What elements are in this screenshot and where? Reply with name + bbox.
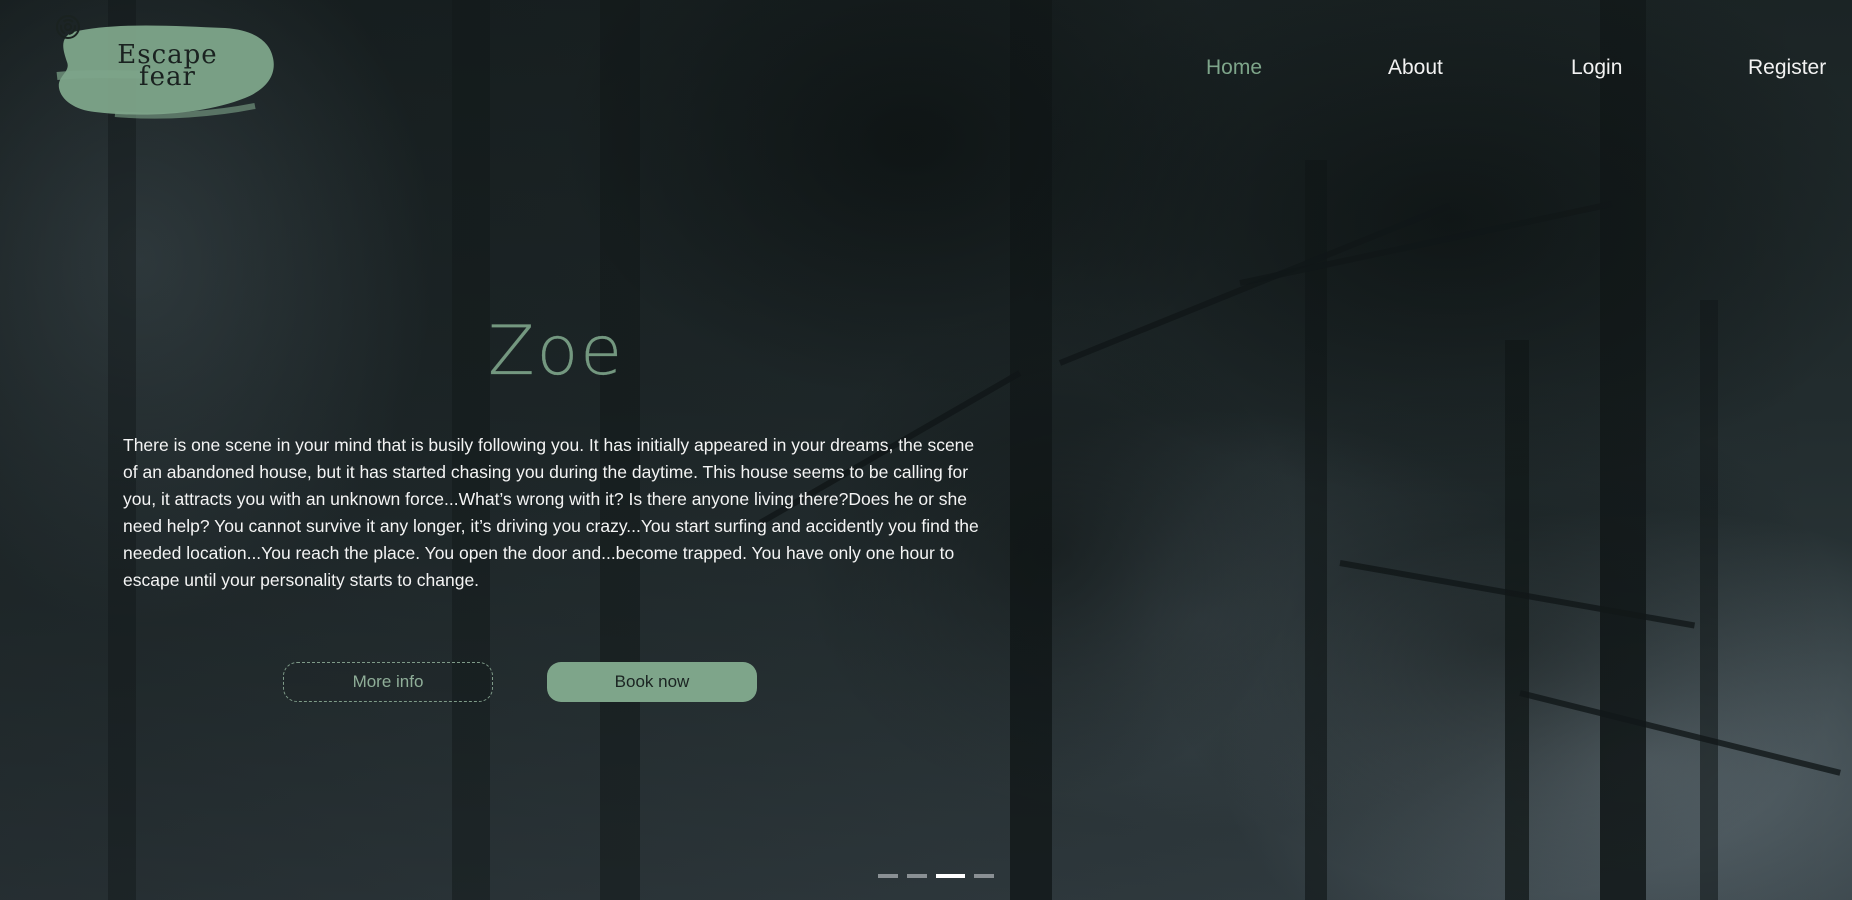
nav-register[interactable]: Register: [1748, 56, 1826, 80]
nav-home[interactable]: Home: [1206, 56, 1262, 80]
slider-indicators: [878, 874, 994, 878]
hero-description: There is one scene in your mind that is …: [123, 435, 979, 590]
maze-icon: [56, 15, 80, 39]
nav-about[interactable]: About: [1388, 56, 1443, 80]
slide-indicator-1[interactable]: [878, 874, 898, 878]
nav-login[interactable]: Login: [1571, 56, 1622, 80]
more-info-button[interactable]: More info: [283, 662, 493, 702]
slide-indicator-3[interactable]: [936, 874, 965, 878]
slide-indicator-4[interactable]: [974, 874, 994, 878]
main-nav: Home About Login Register: [0, 56, 1852, 86]
book-now-button[interactable]: Book now: [547, 662, 757, 702]
slide-indicator-2[interactable]: [907, 874, 927, 878]
hero-title: Zoe: [488, 312, 625, 391]
